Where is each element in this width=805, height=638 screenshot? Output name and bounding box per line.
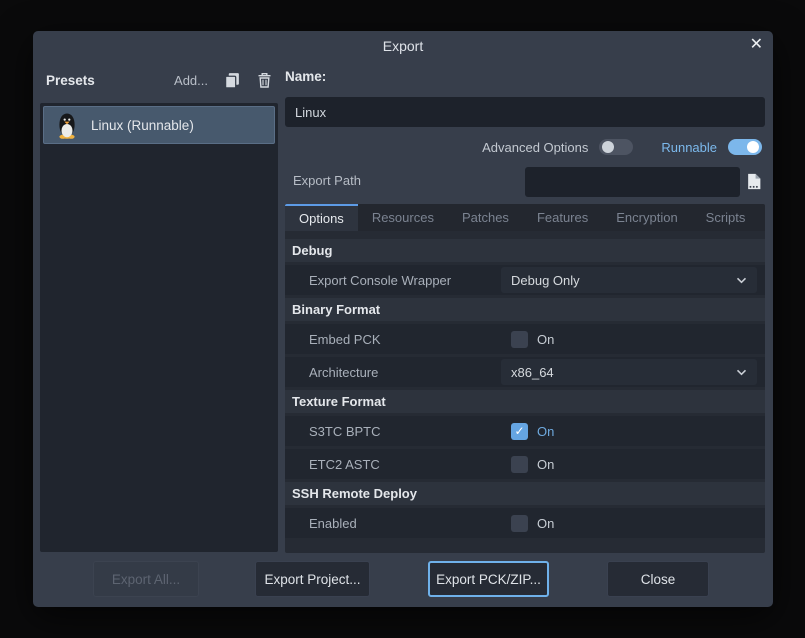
tab-features[interactable]: Features [523,204,602,231]
delete-preset-icon[interactable] [257,72,272,88]
checkbox-on-label: On [537,332,554,347]
section-header-binary-format: Binary Format [285,298,765,321]
export-tabs: Options Resources Patches Features Encry… [285,204,765,231]
screen-background: Export ✕ Presets Add... [0,0,805,638]
runnable-toggle[interactable] [728,139,762,155]
property-row-embed-pck: Embed PCK On [285,324,765,354]
preset-list[interactable]: Linux (Runnable) [40,103,278,552]
add-preset-button[interactable]: Add... [174,73,208,88]
property-row-architecture: Architecture x86_64 [285,357,765,387]
property-label: ETC2 ASTC [285,457,501,472]
chevron-down-icon [736,369,747,376]
export-dialog: Export ✕ Presets Add... [33,31,773,607]
property-row-export-console-wrapper: Export Console Wrapper Debug Only [285,265,765,295]
section-header-label: Binary Format [292,302,380,317]
embed-pck-checkbox[interactable] [511,331,528,348]
advanced-options-label: Advanced Options [482,140,588,155]
section-header-label: Texture Format [292,394,386,409]
export-project-button[interactable]: Export Project... [255,561,370,597]
section-header-texture-format: Texture Format [285,390,765,413]
close-button[interactable]: Close [607,561,709,597]
chevron-down-icon [736,277,747,284]
property-label: Embed PCK [285,332,501,347]
runnable-label: Runnable [661,140,717,155]
export-pck-zip-button[interactable]: Export PCK/ZIP... [428,561,549,597]
preset-item-linux[interactable]: Linux (Runnable) [43,106,275,144]
property-row-s3tc-bptc: S3TC BPTC On [285,416,765,446]
dropdown-value: x86_64 [511,365,554,380]
preset-settings-panel: Name: Advanced Options Runnable Export P… [285,31,765,607]
file-browse-icon[interactable] [746,173,762,190]
toggle-row: Advanced Options Runnable [482,136,762,158]
duplicate-preset-icon[interactable] [224,72,241,89]
export-path-input[interactable] [525,167,740,197]
export-path-label: Export Path [293,173,361,188]
presets-title: Presets [46,73,95,88]
toggle-knob [602,141,614,153]
property-label: Enabled [285,516,501,531]
ssh-enabled-checkbox[interactable] [511,515,528,532]
architecture-dropdown[interactable]: x86_64 [501,359,757,385]
property-label: S3TC BPTC [285,424,501,439]
tab-options[interactable]: Options [285,204,358,231]
section-header-ssh-remote-deploy: SSH Remote Deploy [285,482,765,505]
preset-item-label: Linux (Runnable) [91,118,194,133]
property-label: Export Console Wrapper [285,273,501,288]
property-row-etc2-astc: ETC2 ASTC On [285,449,765,479]
section-header-debug: Debug [285,239,765,262]
options-panel: Debug Export Console Wrapper Debug Only [285,231,765,553]
tab-scripts[interactable]: Scripts [692,204,760,231]
linux-tux-icon [56,112,78,139]
export-all-button[interactable]: Export All... [93,561,199,597]
name-label: Name: [285,69,326,84]
section-header-label: SSH Remote Deploy [292,486,417,501]
s3tc-bptc-checkbox[interactable] [511,423,528,440]
advanced-options-toggle[interactable] [599,139,633,155]
tab-resources[interactable]: Resources [358,204,448,231]
section-header-label: Debug [292,243,332,258]
checkbox-on-label: On [537,424,554,439]
dropdown-value: Debug Only [511,273,580,288]
name-input[interactable] [285,97,765,127]
tab-patches[interactable]: Patches [448,204,523,231]
checkbox-on-label: On [537,457,554,472]
checkbox-on-label: On [537,516,554,531]
property-row-ssh-enabled: Enabled On [285,508,765,538]
property-label: Architecture [285,365,501,380]
presets-header: Presets Add... [46,69,272,91]
toggle-knob [747,141,759,153]
etc2-astc-checkbox[interactable] [511,456,528,473]
export-console-wrapper-dropdown[interactable]: Debug Only [501,267,757,293]
tab-encryption[interactable]: Encryption [602,204,691,231]
